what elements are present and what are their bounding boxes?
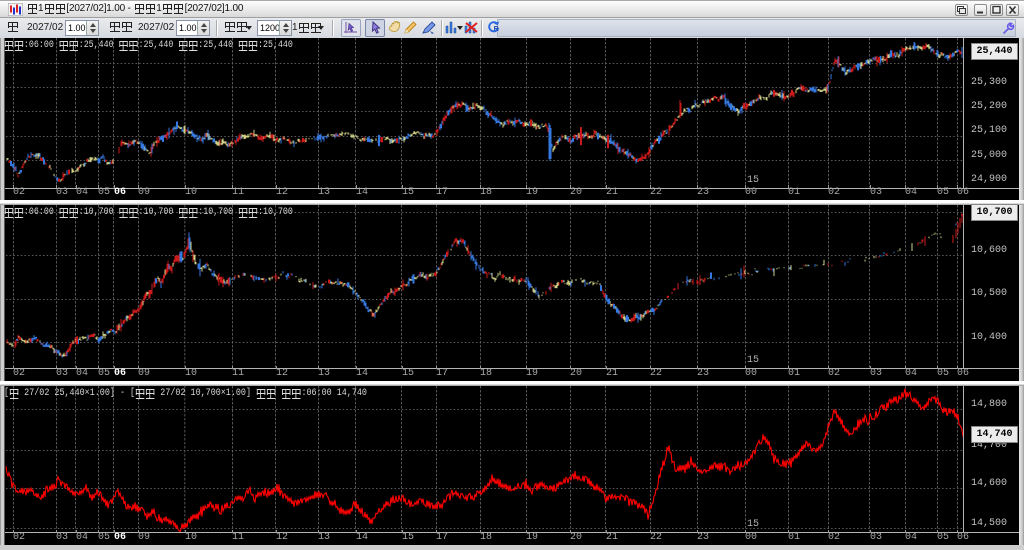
svg-text:R: R bbox=[494, 26, 499, 33]
